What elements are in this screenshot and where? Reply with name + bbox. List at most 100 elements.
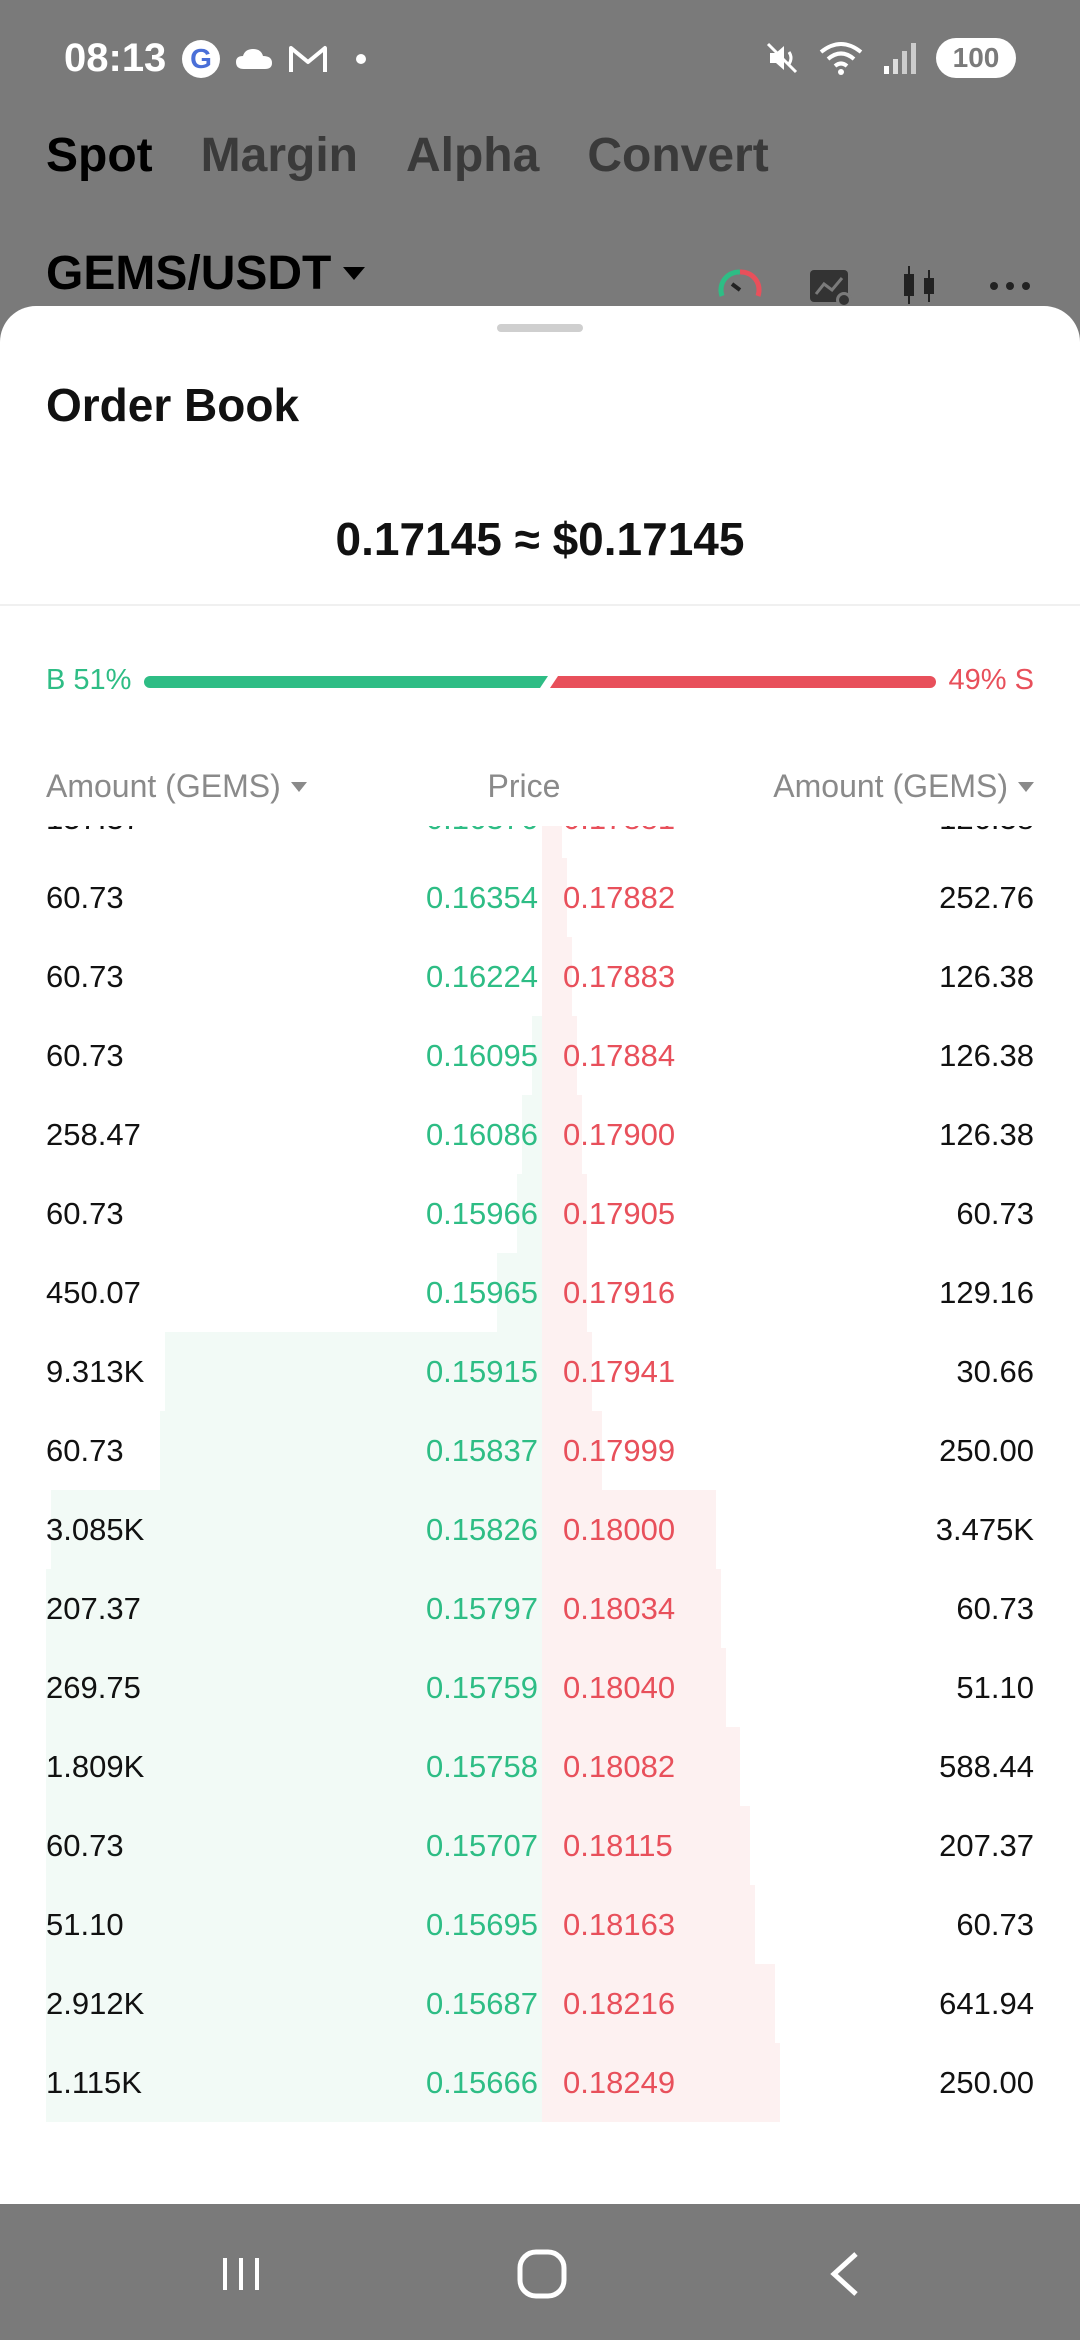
ask-price: 0.17883 (563, 959, 676, 994)
tab-convert[interactable]: Convert (587, 128, 768, 183)
bid-price: 0.15837 (425, 1433, 538, 1468)
ask-amount: 250.00 (939, 2065, 1034, 2100)
order-book-row[interactable]: 1.115K 0.15666 0.18249 250.00 (0, 2043, 1080, 2122)
system-icons: 100 (764, 38, 1016, 78)
order-book-row[interactable]: 2.912K 0.15687 0.18216 641.94 (0, 1964, 1080, 2043)
buy-ratio-label: B 51% (46, 664, 132, 696)
mute-icon (766, 42, 798, 74)
bid-price: 0.15915 (425, 1354, 538, 1389)
tab-alpha[interactable]: Alpha (406, 128, 539, 183)
last-price: 0.17145 ≈ $0.17145 (335, 513, 745, 565)
order-book-row[interactable]: 60.73 0.15837 0.17999 250.00 (0, 1411, 1080, 1490)
ask-amount: 30.66 (956, 1354, 1034, 1389)
back-icon[interactable] (816, 2244, 876, 2304)
buy-sell-ratio: B 51% 49% S (46, 658, 1034, 702)
price-header-label: Price (487, 768, 561, 804)
bid-price: 0.15966 (425, 1196, 538, 1231)
ask-amount: 588.44 (939, 1749, 1034, 1784)
status-bar: 08:13 G 100 (0, 0, 1080, 120)
wifi-icon (819, 42, 863, 75)
ask-price: 0.18034 (563, 1591, 676, 1626)
ask-amount-header-label: Amount (GEMS) (773, 768, 1008, 804)
ask-amount: 207.37 (939, 1828, 1034, 1863)
buy-ratio-bar (144, 676, 548, 688)
home-icon[interactable] (512, 2244, 572, 2304)
order-book-row[interactable]: 1.809K 0.15758 0.18082 588.44 (0, 1727, 1080, 1806)
ask-amount-header[interactable]: Amount (GEMS) (773, 768, 1034, 805)
bid-amount: 9.313K (46, 1354, 145, 1389)
ask-amount: 250.00 (939, 1433, 1034, 1468)
bid-price: 0.16095 (425, 1038, 538, 1073)
order-book-row[interactable]: 60.73 0.16354 0.17882 252.76 (0, 858, 1080, 937)
bid-price: 0.16354 (425, 880, 538, 915)
gmail-icon (289, 46, 327, 72)
bid-price: 0.15759 (425, 1670, 538, 1705)
ask-price: 0.17999 (563, 1433, 676, 1468)
ask-amount: 252.76 (939, 880, 1034, 915)
bid-price: 0.15965 (425, 1275, 538, 1310)
order-book-row[interactable]: 157.37 0.16376 0.17881 126.38 (0, 826, 1080, 858)
tab-margin[interactable]: Margin (201, 128, 358, 183)
order-book-row[interactable]: 60.73 0.16224 0.17883 126.38 (0, 937, 1080, 1016)
trade-tabs: Spot Margin Alpha Convert (46, 128, 769, 183)
bid-amount: 258.47 (46, 1117, 141, 1152)
ask-price: 0.17881 (563, 826, 675, 838)
battery-indicator: 100 (936, 38, 1016, 78)
toolbar-icons (716, 262, 1034, 310)
ask-amount: 60.73 (956, 1907, 1034, 1942)
bid-amount: 3.085K (46, 1512, 145, 1547)
status-time: 08:13 (64, 36, 167, 80)
bid-amount: 269.75 (46, 1670, 141, 1705)
google-icon: G (182, 40, 220, 78)
ask-price: 0.17900 (563, 1117, 676, 1152)
bid-price: 0.15707 (425, 1828, 538, 1863)
ask-amount: 126.38 (939, 1117, 1034, 1152)
more-notifications-icon (356, 54, 366, 64)
bid-amount: 60.73 (46, 1433, 124, 1468)
bid-amount: 2.912K (46, 1986, 145, 2021)
bid-price: 0.15758 (425, 1749, 538, 1784)
notification-icons: G (182, 40, 366, 78)
bid-price: 0.16086 (425, 1117, 538, 1152)
bid-price: 0.15695 (425, 1907, 538, 1942)
ask-amount: 126.38 (939, 1038, 1034, 1073)
ask-depth-bar (542, 826, 562, 858)
bid-amount: 450.07 (46, 1275, 141, 1310)
bid-amount: 60.73 (46, 880, 124, 915)
more-options-icon[interactable] (986, 262, 1034, 310)
ask-amount: 129.16 (939, 1275, 1034, 1310)
ask-amount: 126.38 (939, 959, 1034, 994)
ask-price: 0.18163 (563, 1907, 676, 1942)
order-book-row[interactable]: 60.73 0.16095 0.17884 126.38 (0, 1016, 1080, 1095)
chart-settings-icon[interactable] (806, 262, 854, 310)
order-book-row[interactable]: 258.47 0.16086 0.17900 126.38 (0, 1095, 1080, 1174)
order-book-row[interactable]: 51.10 0.15695 0.18163 60.73 (0, 1885, 1080, 1964)
gauge-icon[interactable] (716, 262, 764, 310)
bid-amount: 60.73 (46, 1038, 124, 1073)
ask-amount: 60.73 (956, 1196, 1034, 1231)
ask-amount: 126.38 (939, 826, 1034, 838)
order-book-row[interactable]: 269.75 0.15759 0.18040 51.10 (0, 1648, 1080, 1727)
bid-price: 0.15797 (425, 1591, 538, 1626)
order-book-row[interactable]: 9.313K 0.15915 0.17941 30.66 (0, 1332, 1080, 1411)
ask-price: 0.18000 (563, 1512, 676, 1547)
ask-amount: 3.475K (935, 1512, 1034, 1547)
order-book-list[interactable]: 157.37 0.16376 0.17881 126.38 60.73 0.16354 0.… (0, 826, 1080, 2136)
recent-apps-icon[interactable] (211, 2244, 271, 2304)
order-book-row[interactable]: 60.73 0.15966 0.17905 60.73 (0, 1174, 1080, 1253)
bid-price: 0.15666 (425, 2065, 538, 2100)
bid-amount: 51.10 (46, 1907, 124, 1942)
order-book-row[interactable]: 3.085K 0.15826 0.18000 3.475K (0, 1490, 1080, 1569)
bid-amount: 157.37 (46, 826, 141, 838)
tab-spot[interactable]: Spot (46, 128, 153, 183)
sheet-drag-handle[interactable] (497, 324, 583, 332)
pair-selector[interactable]: GEMS/USDT (46, 246, 366, 301)
order-book-row[interactable]: 450.07 0.15965 0.17916 129.16 (0, 1253, 1080, 1332)
order-book-row[interactable]: 207.37 0.15797 0.18034 60.73 (0, 1569, 1080, 1648)
order-book-row[interactable]: 60.73 0.15707 0.18115 207.37 (0, 1806, 1080, 1885)
candlestick-icon[interactable] (896, 262, 944, 310)
pair-label: GEMS/USDT (46, 247, 332, 300)
sell-ratio-bar (550, 676, 936, 688)
ask-price: 0.17905 (563, 1196, 676, 1231)
ask-amount: 51.10 (956, 1670, 1034, 1705)
